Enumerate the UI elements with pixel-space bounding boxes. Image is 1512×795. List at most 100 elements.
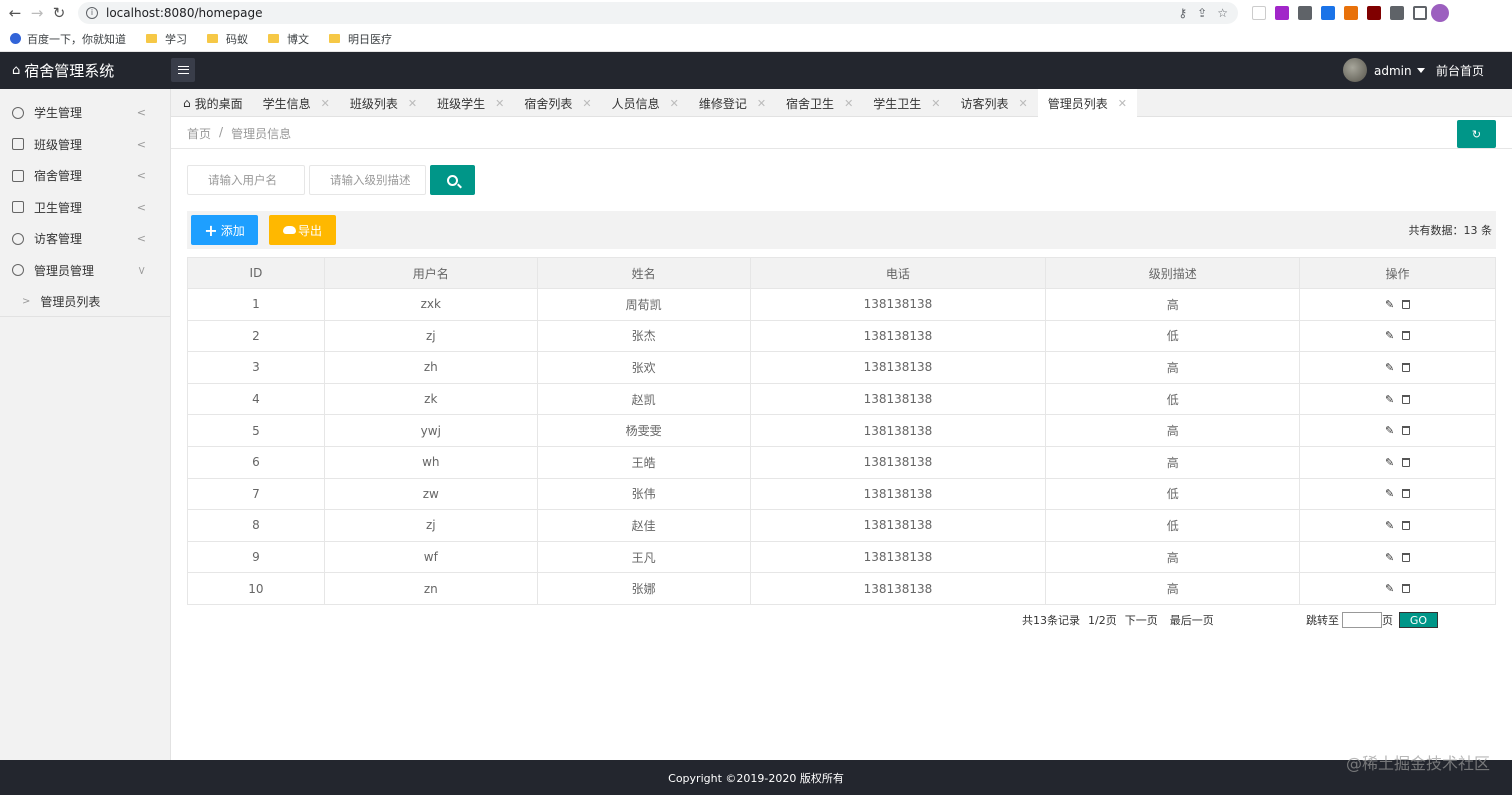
key-icon[interactable]: ⚷ (1178, 6, 1187, 20)
edit-icon[interactable]: ✎ (1385, 329, 1394, 342)
export-button[interactable]: 导出 (269, 215, 336, 245)
actions-cell: ✎ (1299, 477, 1496, 511)
sidebar-item-admins[interactable]: 管理员管理 < (0, 255, 170, 287)
bookmark-folder[interactable]: 码蚁 (207, 31, 248, 47)
share-icon[interactable]: ⇪ (1197, 6, 1207, 20)
page-indicator: 1/2页 (1088, 614, 1117, 627)
ruler-ext-icon[interactable] (1344, 6, 1358, 20)
tab-desktop[interactable]: ⌂ 我的桌面 (171, 89, 253, 117)
edit-icon[interactable]: ✎ (1385, 456, 1394, 469)
sidebar-item-visitors[interactable]: 访客管理 < (0, 223, 170, 255)
profile-avatar[interactable] (1431, 4, 1449, 22)
trash-icon[interactable] (1402, 552, 1411, 562)
page-jump-input[interactable] (1342, 612, 1382, 628)
last-page-link[interactable]: 最后一页 (1170, 612, 1214, 628)
edit-icon[interactable]: ✎ (1385, 361, 1394, 374)
bookmark-folder[interactable]: 博文 (268, 31, 309, 47)
close-icon[interactable]: ✕ (1118, 97, 1127, 110)
tab-staff-info[interactable]: 人员信息 ✕ (602, 89, 689, 117)
edit-icon[interactable]: ✎ (1385, 393, 1394, 406)
edit-icon[interactable]: ✎ (1385, 582, 1394, 595)
tab-visitor-list[interactable]: 访客列表 ✕ (951, 89, 1038, 117)
cloud-upload-icon (282, 226, 296, 234)
tab-repair[interactable]: 维修登记 ✕ (689, 89, 776, 117)
trash-icon[interactable] (1402, 394, 1411, 404)
go-button[interactable]: GO (1399, 612, 1438, 628)
trash-icon[interactable] (1402, 457, 1411, 467)
tab-student-hygiene[interactable]: 学生卫生 ✕ (863, 89, 950, 117)
sidebar-item-classes[interactable]: 班级管理 < (0, 129, 170, 161)
table-cell: 3 (187, 351, 325, 384)
ublock-ext-icon[interactable] (1367, 6, 1381, 20)
close-icon[interactable]: ✕ (408, 97, 417, 110)
tab-dorm-hygiene[interactable]: 宿舍卫生 ✕ (776, 89, 863, 117)
class-icon (12, 138, 24, 151)
next-page-link[interactable]: 下一页 (1125, 612, 1158, 628)
actions-cell: ✎ (1299, 351, 1496, 384)
level-search-input[interactable] (309, 165, 426, 195)
forward-icon[interactable]: → (26, 2, 48, 24)
close-icon[interactable]: ✕ (757, 97, 766, 110)
close-icon[interactable]: ✕ (844, 97, 853, 110)
sidebar-item-students[interactable]: 学生管理 < (0, 97, 170, 129)
edit-icon[interactable]: ✎ (1385, 519, 1394, 532)
tab-admin-list[interactable]: 管理员列表 ✕ (1037, 89, 1137, 117)
close-icon[interactable]: ✕ (1019, 97, 1028, 110)
app-logo[interactable]: ⌂ 宿舍管理系统 (0, 52, 171, 89)
grid-ext-icon[interactable] (1298, 6, 1312, 20)
front-page-link[interactable]: 前台首页 (1436, 52, 1484, 89)
add-button[interactable]: + 添加 (191, 215, 258, 245)
search-button[interactable] (430, 165, 475, 195)
sidebar-item-hygiene[interactable]: 卫生管理 < (0, 192, 170, 224)
trash-icon[interactable] (1402, 426, 1411, 436)
trash-icon[interactable] (1402, 520, 1411, 530)
edit-icon[interactable]: ✎ (1385, 551, 1394, 564)
menu-toggle-button[interactable] (171, 58, 195, 82)
refresh-button[interactable]: ↻ (1457, 120, 1496, 148)
close-icon[interactable]: ✕ (670, 97, 679, 110)
trash-icon[interactable] (1402, 584, 1411, 594)
user-menu[interactable]: admin (1374, 52, 1425, 89)
breadcrumb-home[interactable]: 首页 (187, 125, 211, 142)
tab-class-students[interactable]: 班级学生 ✕ (427, 89, 514, 117)
breadcrumb-current: 管理员信息 (231, 127, 292, 141)
layers-ext-icon[interactable] (1321, 6, 1335, 20)
column-header: ID (187, 257, 325, 289)
trash-icon[interactable] (1402, 331, 1411, 341)
cursor-ext-icon[interactable] (1252, 6, 1266, 20)
close-icon[interactable]: ✕ (321, 97, 330, 110)
table-cell: 10 (187, 572, 325, 605)
table-cell: 138138138 (749, 477, 1047, 511)
tab-class-list[interactable]: 班级列表 ✕ (340, 89, 427, 117)
avatar[interactable] (1343, 58, 1367, 82)
sidebar-subitem-admin-list[interactable]: > 管理员列表 (0, 286, 170, 317)
trash-icon[interactable] (1402, 362, 1411, 372)
back-icon[interactable]: ← (4, 2, 26, 24)
trash-icon[interactable] (1402, 299, 1411, 309)
close-icon[interactable]: ✕ (495, 97, 504, 110)
tab-dorm-list[interactable]: 宿舍列表 ✕ (514, 89, 601, 117)
puzzle-ext-icon[interactable] (1390, 6, 1404, 20)
purple-ext-icon[interactable] (1275, 6, 1289, 20)
bookmark-folder[interactable]: 学习 (146, 31, 187, 47)
edit-icon[interactable]: ✎ (1385, 298, 1394, 311)
site-info-icon[interactable]: i (86, 7, 98, 19)
username-search-input[interactable] (187, 165, 305, 195)
trash-icon[interactable] (1402, 489, 1411, 499)
table-row: 3 zh 张欢 138138138 高 ✎ (187, 351, 1496, 384)
address-bar[interactable]: i localhost:8080/homepage ⚷ ⇪ ☆ (78, 2, 1238, 24)
edit-icon[interactable]: ✎ (1385, 487, 1394, 500)
tab-student-info[interactable]: 学生信息 ✕ (253, 89, 340, 117)
sidebar-item-dorms[interactable]: 宿舍管理 < (0, 160, 170, 192)
bookmark-folder[interactable]: 明日医疗 (329, 31, 392, 47)
star-icon[interactable]: ☆ (1217, 6, 1228, 20)
actions-cell: ✎ (1299, 414, 1496, 447)
close-icon[interactable]: ✕ (582, 97, 591, 110)
edit-icon[interactable]: ✎ (1385, 424, 1394, 437)
table-cell: 高 (1045, 351, 1301, 384)
sidepanel-icon[interactable] (1413, 6, 1427, 20)
close-icon[interactable]: ✕ (931, 97, 940, 110)
table-cell: zj (323, 509, 538, 542)
reload-icon[interactable]: ↻ (48, 2, 70, 24)
bookmark-baidu[interactable]: 百度一下，你就知道 (10, 31, 126, 47)
